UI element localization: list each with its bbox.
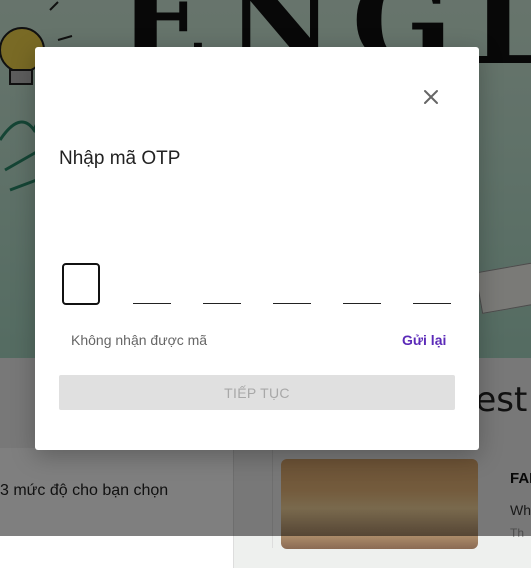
otp-digit-3[interactable] bbox=[203, 303, 241, 304]
otp-digit-1[interactable] bbox=[62, 263, 100, 305]
otp-digit-4[interactable] bbox=[273, 303, 311, 304]
no-code-hint: Không nhận được mã bbox=[71, 332, 208, 348]
otp-digit-2[interactable] bbox=[133, 303, 171, 304]
otp-digit-6[interactable] bbox=[413, 303, 451, 304]
resend-link[interactable]: Gửi lại bbox=[402, 332, 446, 348]
continue-button[interactable]: TIẾP TỤC bbox=[59, 375, 455, 410]
dialog-title: Nhập mã OTP bbox=[59, 148, 181, 169]
otp-digit-5[interactable] bbox=[343, 303, 381, 304]
otp-dialog: Nhập mã OTP Không nhận được mã Gửi lại T… bbox=[35, 47, 479, 450]
close-icon[interactable] bbox=[419, 85, 443, 109]
